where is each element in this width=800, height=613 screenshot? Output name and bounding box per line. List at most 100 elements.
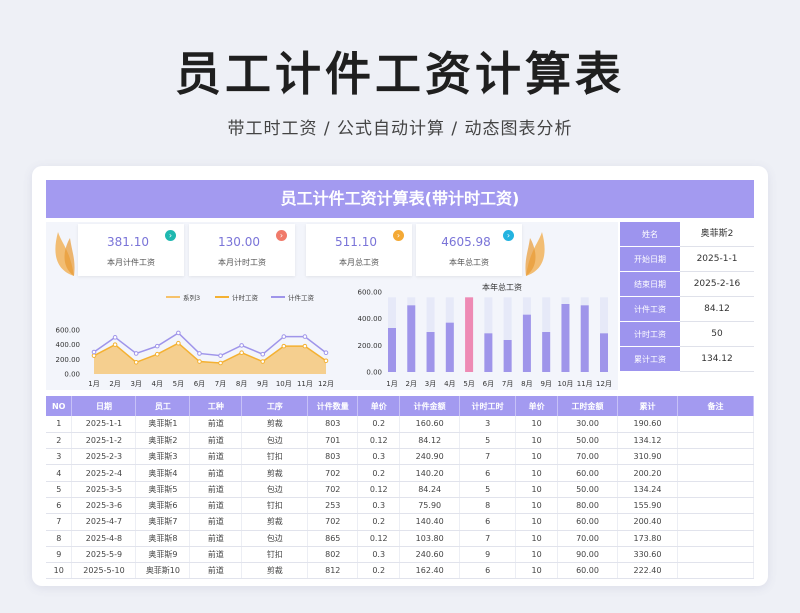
chevron-right-icon[interactable]: › [276,230,287,241]
table-cell[interactable]: 9 [46,546,73,564]
table-cell[interactable]: 钉扣 [241,497,309,515]
info-value[interactable]: 2025-1-1 [680,247,754,272]
table-cell[interactable]: 奥菲斯5 [135,481,191,498]
table-cell[interactable]: 前道 [189,513,243,531]
table-cell[interactable]: 前道 [189,497,243,515]
column-header[interactable]: NO [46,396,73,416]
table-cell[interactable]: 310.90 [617,448,678,466]
table-cell[interactable]: 10 [46,562,73,580]
table-cell[interactable]: 10 [515,546,559,564]
table-cell[interactable]: 奥菲斯1 [135,416,191,433]
table-cell[interactable]: 90.00 [557,546,619,564]
table-cell[interactable] [677,416,755,433]
table-row[interactable]: 10 2025-5-10 奥菲斯10 前道 剪裁 812 0.2 162.40 6 10 60.00… [46,562,755,580]
table-cell[interactable]: 8 [459,497,517,515]
table-cell[interactable]: 3 [46,448,73,466]
table-cell[interactable]: 剪裁 [241,513,309,531]
table-cell[interactable]: 5 [459,481,517,498]
table-cell[interactable]: 包边 [241,481,309,498]
table-cell[interactable] [677,464,755,482]
table-cell[interactable]: 0.3 [357,497,401,515]
table-cell[interactable]: 奥菲斯8 [135,530,191,547]
column-header[interactable]: 单价 [515,396,559,416]
table-cell[interactable]: 0.12 [357,530,401,547]
table-cell[interactable]: 0.3 [357,448,401,466]
table-cell[interactable]: 802 [307,546,359,564]
table-cell[interactable]: 200.20 [617,464,678,482]
table-cell[interactable]: 奥菲斯9 [135,546,191,564]
table-cell[interactable] [677,562,755,580]
table-cell[interactable]: 222.40 [617,562,678,580]
table-cell[interactable]: 0.3 [357,546,401,564]
table-cell[interactable]: 8 [46,530,73,547]
table-cell[interactable]: 70.00 [557,530,619,547]
table-cell[interactable] [677,481,755,498]
table-cell[interactable]: 剪裁 [241,562,309,580]
table-cell[interactable]: 2025-2-3 [71,448,137,466]
table-cell[interactable]: 134.12 [617,432,678,450]
table-cell[interactable]: 9 [459,546,517,564]
chevron-right-icon[interactable]: › [393,230,404,241]
table-cell[interactable]: 240.60 [399,546,461,564]
table-cell[interactable]: 7 [459,448,517,466]
table-cell[interactable]: 155.90 [617,497,678,515]
table-cell[interactable]: 0.12 [357,481,401,498]
table-cell[interactable]: 84.12 [399,432,461,450]
table-cell[interactable]: 7 [46,513,73,531]
table-cell[interactable]: 包边 [241,530,309,547]
table-cell[interactable]: 前道 [189,432,243,450]
table-cell[interactable]: 240.90 [399,448,461,466]
table-row[interactable]: 2 2025-1-2 奥菲斯2 前道 包边 701 0.12 84.12 5 10 50.00 134… [46,432,755,450]
table-cell[interactable]: 前道 [189,448,243,466]
table-cell[interactable]: 10 [515,497,559,515]
column-header[interactable]: 员工 [135,396,191,416]
table-cell[interactable]: 803 [307,448,359,466]
table-cell[interactable]: 6 [459,464,517,482]
table-cell[interactable]: 70.00 [557,448,619,466]
table-cell[interactable]: 803 [307,416,359,433]
table-cell[interactable]: 60.00 [557,513,619,531]
table-cell[interactable]: 1 [46,416,73,433]
table-cell[interactable] [677,497,755,515]
chevron-right-icon[interactable]: › [503,230,514,241]
table-cell[interactable]: 0.2 [357,562,401,580]
table-cell[interactable]: 6 [459,513,517,531]
table-cell[interactable]: 60.00 [557,562,619,580]
table-cell[interactable]: 3 [459,416,517,433]
column-header[interactable]: 工序 [241,396,309,416]
table-cell[interactable]: 50.00 [557,481,619,498]
table-cell[interactable] [677,513,755,531]
table-cell[interactable]: 10 [515,448,559,466]
table-cell[interactable]: 0.2 [357,513,401,531]
table-row[interactable]: 4 2025-2-4 奥菲斯4 前道 剪裁 702 0.2 140.20 6 10 60.00 200… [46,464,755,482]
table-cell[interactable]: 0.2 [357,416,401,433]
table-cell[interactable]: 702 [307,464,359,482]
table-cell[interactable]: 10 [515,530,559,547]
table-cell[interactable]: 812 [307,562,359,580]
table-cell[interactable]: 奥菲斯3 [135,448,191,466]
table-cell[interactable]: 6 [46,497,73,515]
table-cell[interactable]: 2025-2-4 [71,464,137,482]
table-cell[interactable]: 前道 [189,464,243,482]
table-cell[interactable]: 84.24 [399,481,461,498]
table-cell[interactable]: 前道 [189,546,243,564]
table-cell[interactable]: 702 [307,513,359,531]
table-row[interactable]: 8 2025-4-8 奥菲斯8 前道 包边 865 0.12 103.80 7 10 70.00 17… [46,530,755,547]
table-cell[interactable]: 10 [515,432,559,450]
table-cell[interactable]: 奥菲斯4 [135,464,191,482]
table-cell[interactable]: 160.60 [399,416,461,433]
table-cell[interactable]: 剪裁 [241,416,309,433]
column-header[interactable]: 单价 [357,396,401,416]
chevron-right-icon[interactable]: › [165,230,176,241]
table-cell[interactable]: 330.60 [617,546,678,564]
table-row[interactable]: 5 2025-3-5 奥菲斯5 前道 包边 702 0.12 84.24 5 10 50.00 134… [46,481,755,498]
table-row[interactable]: 1 2025-1-1 奥菲斯1 前道 剪裁 803 0.2 160.60 3 10 30.00 190… [46,416,755,433]
table-cell[interactable]: 钉扣 [241,448,309,466]
table-cell[interactable]: 前道 [189,481,243,498]
table-cell[interactable]: 2 [46,432,73,450]
table-cell[interactable]: 10 [515,416,559,433]
table-cell[interactable]: 2025-5-9 [71,546,137,564]
table-cell[interactable]: 865 [307,530,359,547]
table-cell[interactable]: 钉扣 [241,546,309,564]
table-cell[interactable]: 173.80 [617,530,678,547]
